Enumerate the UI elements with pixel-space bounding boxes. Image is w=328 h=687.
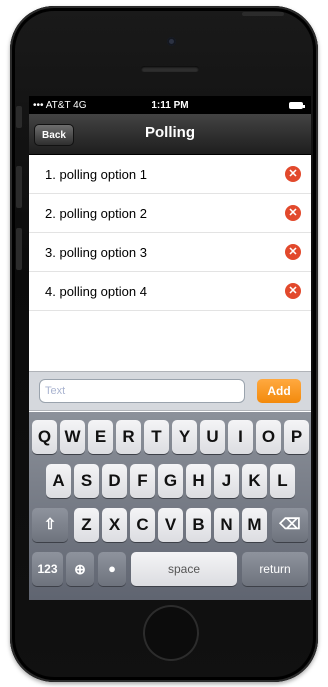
key-m[interactable]: M [242, 508, 267, 542]
key-s[interactable]: S [74, 464, 99, 498]
keyboard-row-1: Q W E R T Y U I O P [29, 420, 311, 454]
option-text-input[interactable] [39, 379, 245, 403]
key-v[interactable]: V [158, 508, 183, 542]
battery-icon [289, 102, 305, 109]
app-screen: ••• AT&T 4G 1:11 PM Back Polling 1. poll… [29, 96, 311, 600]
earpiece-speaker [141, 66, 199, 72]
keyboard-row-3: ⇧ Z X C V B N M ⌫ [29, 508, 311, 542]
key-e[interactable]: E [88, 420, 113, 454]
key-n[interactable]: N [214, 508, 239, 542]
option-label: 3. polling option 3 [45, 244, 147, 260]
front-camera-icon [167, 37, 176, 46]
delete-icon[interactable]: ✕ [285, 283, 301, 299]
list-item[interactable]: 3. polling option 3 ✕ [29, 233, 311, 272]
mute-switch [16, 106, 22, 128]
key-p[interactable]: P [284, 420, 309, 454]
keyboard-row-2: A S D F G H J K L [29, 464, 311, 498]
key-g[interactable]: G [158, 464, 183, 498]
delete-icon[interactable]: ✕ [285, 166, 301, 182]
key-i[interactable]: I [228, 420, 253, 454]
volume-up-button [16, 166, 22, 208]
key-j[interactable]: J [214, 464, 239, 498]
status-bar: ••• AT&T 4G 1:11 PM [29, 96, 311, 114]
key-a[interactable]: A [46, 464, 71, 498]
key-l[interactable]: L [270, 464, 295, 498]
key-z[interactable]: Z [74, 508, 99, 542]
globe-key-icon[interactable]: ⊕ [66, 552, 94, 586]
key-h[interactable]: H [186, 464, 211, 498]
return-key[interactable]: return [242, 552, 308, 586]
key-y[interactable]: Y [172, 420, 197, 454]
key-c[interactable]: C [130, 508, 155, 542]
add-option-bar: Add [29, 371, 311, 411]
key-q[interactable]: Q [32, 420, 57, 454]
backspace-key-icon[interactable]: ⌫ [272, 508, 308, 542]
keyboard: Q W E R T Y U I O P A S D F G H J K L ⇧ … [29, 412, 311, 600]
delete-icon[interactable]: ✕ [285, 205, 301, 221]
polling-options-list: 1. polling option 1 ✕ 2. polling option … [29, 155, 311, 371]
key-f[interactable]: F [130, 464, 155, 498]
add-button[interactable]: Add [257, 379, 301, 403]
key-r[interactable]: R [116, 420, 141, 454]
microphone-key-icon[interactable]: ● [98, 552, 126, 586]
list-item[interactable]: 1. polling option 1 ✕ [29, 155, 311, 194]
list-item[interactable]: 2. polling option 2 ✕ [29, 194, 311, 233]
key-b[interactable]: B [186, 508, 211, 542]
sleep-button [242, 12, 284, 16]
key-o[interactable]: O [256, 420, 281, 454]
option-label: 2. polling option 2 [45, 205, 147, 221]
key-k[interactable]: K [242, 464, 267, 498]
volume-down-button [16, 228, 22, 270]
navigation-bar: Back Polling [29, 114, 311, 155]
list-item[interactable]: 4. polling option 4 ✕ [29, 272, 311, 311]
status-time: 1:11 PM [151, 100, 189, 111]
option-label: 1. polling option 1 [45, 166, 147, 182]
home-button[interactable] [143, 605, 199, 661]
numbers-key[interactable]: 123 [32, 552, 63, 586]
key-u[interactable]: U [200, 420, 225, 454]
page-title: Polling [145, 124, 195, 141]
key-t[interactable]: T [144, 420, 169, 454]
keyboard-row-4: 123 ⊕ ● space return [29, 552, 311, 586]
space-key[interactable]: space [131, 552, 237, 586]
option-label: 4. polling option 4 [45, 283, 147, 299]
key-d[interactable]: D [102, 464, 127, 498]
key-w[interactable]: W [60, 420, 85, 454]
shift-key-icon[interactable]: ⇧ [32, 508, 68, 542]
delete-icon[interactable]: ✕ [285, 244, 301, 260]
key-x[interactable]: X [102, 508, 127, 542]
